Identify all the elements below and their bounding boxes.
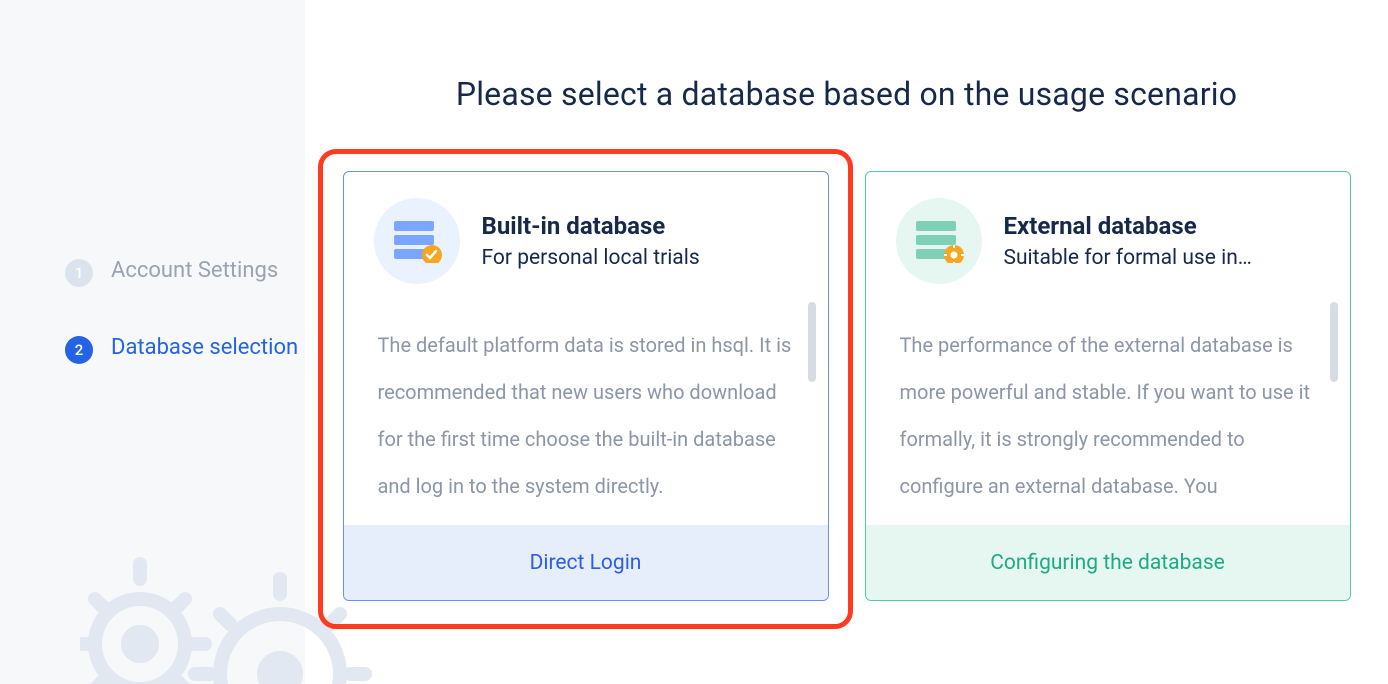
- external-scrollbar[interactable]: [1330, 302, 1338, 382]
- page-heading: Please select a database based on the us…: [305, 75, 1388, 113]
- builtin-card-head: Built-in database For personal local tri…: [344, 172, 828, 302]
- builtin-database-card[interactable]: Built-in database For personal local tri…: [343, 171, 829, 601]
- external-description: The performance of the external database…: [866, 302, 1350, 525]
- builtin-subtitle: For personal local trials: [482, 246, 700, 270]
- configure-database-button[interactable]: Configuring the database: [866, 525, 1350, 600]
- builtin-card-wrap: Built-in database For personal local tri…: [343, 171, 829, 601]
- app-layout: 1 Account Settings 2 Database selection: [0, 0, 1388, 684]
- database-cards-row: Built-in database For personal local tri…: [305, 171, 1388, 601]
- step-label-1: Account Settings: [111, 255, 278, 287]
- step-badge-1: 1: [65, 259, 93, 287]
- builtin-database-icon: [374, 198, 460, 284]
- step-badge-2: 2: [65, 336, 93, 364]
- builtin-title: Built-in database: [482, 212, 700, 240]
- main-content: Please select a database based on the us…: [305, 0, 1388, 684]
- builtin-description: The default platform data is stored in h…: [344, 302, 828, 525]
- external-title: External database: [1004, 212, 1252, 240]
- step-database-selection[interactable]: 2 Database selection: [0, 332, 305, 364]
- builtin-scrollbar[interactable]: [808, 302, 816, 382]
- external-database-card[interactable]: External database Suitable for formal us…: [865, 171, 1351, 601]
- step-account-settings[interactable]: 1 Account Settings: [0, 255, 305, 287]
- step-label-2: Database selection: [111, 332, 298, 364]
- sidebar: 1 Account Settings 2 Database selection: [0, 0, 305, 684]
- external-database-icon: [896, 198, 982, 284]
- external-card-head: External database Suitable for formal us…: [866, 172, 1350, 302]
- external-card-wrap: External database Suitable for formal us…: [865, 171, 1351, 601]
- external-subtitle: Suitable for formal use in…: [1004, 246, 1252, 270]
- direct-login-button[interactable]: Direct Login: [344, 525, 828, 600]
